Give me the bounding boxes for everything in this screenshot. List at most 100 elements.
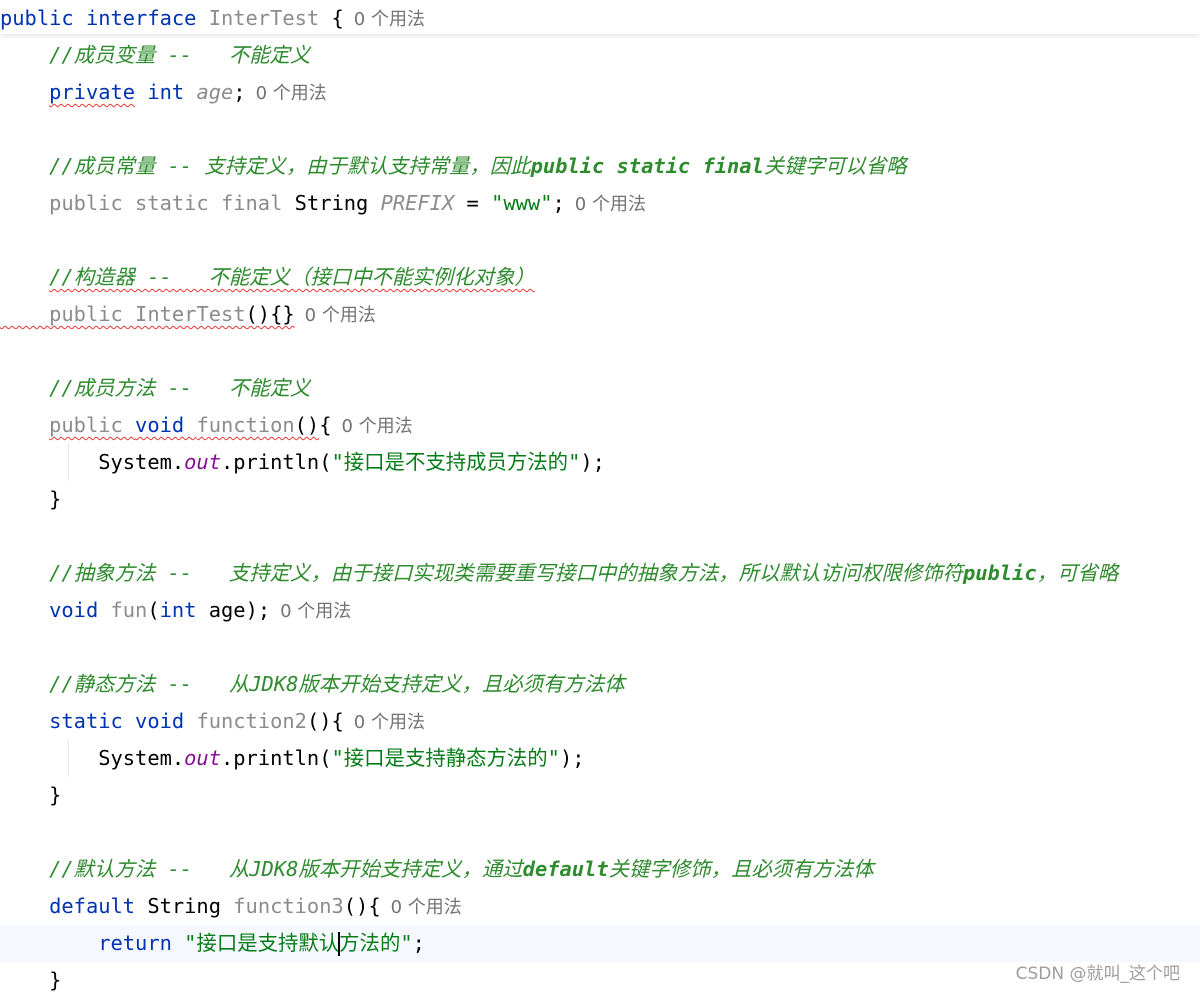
code-line[interactable]: void fun(int age); 0 个用法 bbox=[0, 592, 1200, 629]
code-token: ( bbox=[147, 598, 160, 622]
code-line[interactable] bbox=[0, 629, 1200, 666]
code-token: out bbox=[184, 450, 221, 474]
code-token: PREFIX bbox=[380, 191, 455, 215]
usage-hint[interactable]: 0 个用法 bbox=[342, 416, 413, 437]
code-token: .println( bbox=[221, 746, 332, 770]
code-line[interactable]: System.out.println("接口是不支持成员方法的"); bbox=[0, 444, 1200, 481]
code-token: default bbox=[49, 894, 148, 918]
code-token: function2 bbox=[196, 709, 307, 733]
code-token: ; bbox=[552, 191, 565, 215]
code-line[interactable]: public void function(){0 个用法 bbox=[0, 407, 1200, 444]
code-token: "接口是支持静态方法的" bbox=[331, 746, 560, 770]
code-line[interactable]: } bbox=[0, 777, 1200, 814]
code-line[interactable]: static void function2(){0 个用法 bbox=[0, 703, 1200, 740]
code-token: ); bbox=[580, 450, 605, 474]
code-token: return bbox=[98, 931, 185, 955]
code-token: interface bbox=[85, 6, 209, 30]
code-token: String bbox=[294, 191, 381, 215]
usage-hint[interactable]: 0 个用法 bbox=[305, 305, 376, 326]
code-token: = bbox=[454, 191, 492, 215]
code-line[interactable] bbox=[0, 333, 1200, 370]
code-line[interactable] bbox=[0, 814, 1200, 851]
code-comment: //成员方法 -- 不能定义 bbox=[0, 376, 311, 400]
code-line[interactable]: //成员变量 -- 不能定义 bbox=[0, 37, 1200, 74]
code-line[interactable]: public interface InterTest {0 个用法 bbox=[0, 0, 1200, 37]
code-line[interactable]: //成员方法 -- 不能定义 bbox=[0, 370, 1200, 407]
code-line[interactable]: System.out.println("接口是支持静态方法的"); bbox=[0, 740, 1200, 777]
code-line[interactable]: //成员常量 -- 支持定义，由于默认支持常量，因此public static … bbox=[0, 148, 1200, 185]
sticky-header-line: public interface InterTest {0 个用法 bbox=[0, 0, 1200, 35]
code-comment: public bbox=[962, 561, 1037, 585]
code-token: public static final bbox=[0, 191, 295, 215]
code-comment: //成员变量 -- 不能定义 bbox=[0, 43, 311, 67]
code-token: "www" bbox=[491, 191, 553, 215]
code-line[interactable]: } bbox=[0, 481, 1200, 518]
code-token: } bbox=[0, 783, 62, 807]
code-token: function3 bbox=[233, 894, 344, 918]
code-token: (){} bbox=[245, 302, 295, 326]
code-token: ; bbox=[233, 80, 246, 104]
code-token: .println( bbox=[221, 450, 332, 474]
code-token: (){ bbox=[306, 709, 344, 733]
code-comment: 关键字可以省略 bbox=[763, 154, 907, 178]
code-token: age bbox=[196, 80, 234, 104]
watermark: CSDN @就叫_这个吧 bbox=[1015, 964, 1180, 984]
code-token: () bbox=[294, 413, 320, 437]
usage-hint[interactable]: 0 个用法 bbox=[280, 601, 351, 622]
code-token: InterTest bbox=[208, 6, 320, 30]
code-line[interactable] bbox=[0, 111, 1200, 148]
usage-hint[interactable]: 0 个用法 bbox=[391, 897, 462, 918]
usage-hint[interactable]: 0 个用法 bbox=[354, 9, 425, 30]
code-token: String bbox=[147, 894, 234, 918]
usage-hint[interactable]: 0 个用法 bbox=[354, 712, 425, 733]
code-comment: //构造器 -- 不能定义（接口中不能实例化对象） bbox=[49, 265, 535, 289]
code-line[interactable] bbox=[0, 518, 1200, 555]
code-line[interactable]: //构造器 -- 不能定义（接口中不能实例化对象） bbox=[0, 259, 1200, 296]
code-token: int bbox=[159, 598, 209, 622]
code-comment: //静态方法 -- 从JDK8版本开始支持定义，且必须有方法体 bbox=[0, 672, 625, 696]
code-comment: //抽象方法 -- 支持定义，由于接口实现类需要重写接口中的抽象方法，所以默认访… bbox=[0, 561, 963, 585]
code-editor[interactable]: public interface InterTest {0 个用法 //成员变量… bbox=[0, 0, 1200, 994]
usage-hint[interactable]: 0 个用法 bbox=[575, 194, 646, 215]
code-line[interactable]: private int age; 0 个用法 bbox=[0, 74, 1200, 111]
code-comment: //成员常量 -- 支持定义，由于默认支持常量，因此 bbox=[0, 154, 531, 178]
code-line[interactable]: //抽象方法 -- 支持定义，由于接口实现类需要重写接口中的抽象方法，所以默认访… bbox=[0, 555, 1200, 592]
code-comment: public static final bbox=[530, 154, 764, 178]
code-token: private bbox=[49, 80, 136, 104]
code-token: } bbox=[0, 968, 62, 992]
code-token: { bbox=[319, 413, 332, 437]
code-token: } bbox=[0, 487, 62, 511]
code-token: function bbox=[196, 413, 295, 437]
code-token: ); bbox=[559, 746, 585, 770]
code-token: System. bbox=[0, 746, 185, 770]
code-token: ; bbox=[412, 931, 425, 955]
code-token: "接口是支持默认 bbox=[184, 931, 340, 955]
code-comment: //默认方法 -- 从JDK8版本开始支持定义，通过 bbox=[0, 857, 523, 881]
code-token: public bbox=[0, 6, 86, 30]
code-comment: 关键字修饰，且必须有方法体 bbox=[608, 857, 874, 881]
code-token: age); bbox=[208, 598, 271, 622]
code-token: (){ bbox=[343, 894, 381, 918]
code-line[interactable]: default String function3(){ 0 个用法 bbox=[0, 888, 1200, 925]
code-token: { bbox=[319, 6, 344, 30]
code-comment: ，可省略 bbox=[1036, 561, 1119, 585]
code-line[interactable]: //默认方法 -- 从JDK8版本开始支持定义，通过default关键字修饰，且… bbox=[0, 851, 1200, 888]
code-line[interactable]: //静态方法 -- 从JDK8版本开始支持定义，且必须有方法体 bbox=[0, 666, 1200, 703]
code-line[interactable] bbox=[0, 222, 1200, 259]
code-token: void bbox=[49, 598, 111, 622]
code-line[interactable]: public InterTest(){} 0 个用法 bbox=[0, 296, 1200, 333]
code-line[interactable]: public static final String PREFIX = "www… bbox=[0, 185, 1200, 222]
code-token: public bbox=[49, 413, 136, 437]
code-line[interactable]: return "接口是支持默认方法的"; bbox=[0, 925, 1200, 962]
usage-hint[interactable]: 0 个用法 bbox=[256, 83, 327, 104]
code-token: public InterTest bbox=[49, 302, 246, 326]
code-token: 方法的" bbox=[339, 931, 413, 955]
code-token: int bbox=[135, 80, 197, 104]
